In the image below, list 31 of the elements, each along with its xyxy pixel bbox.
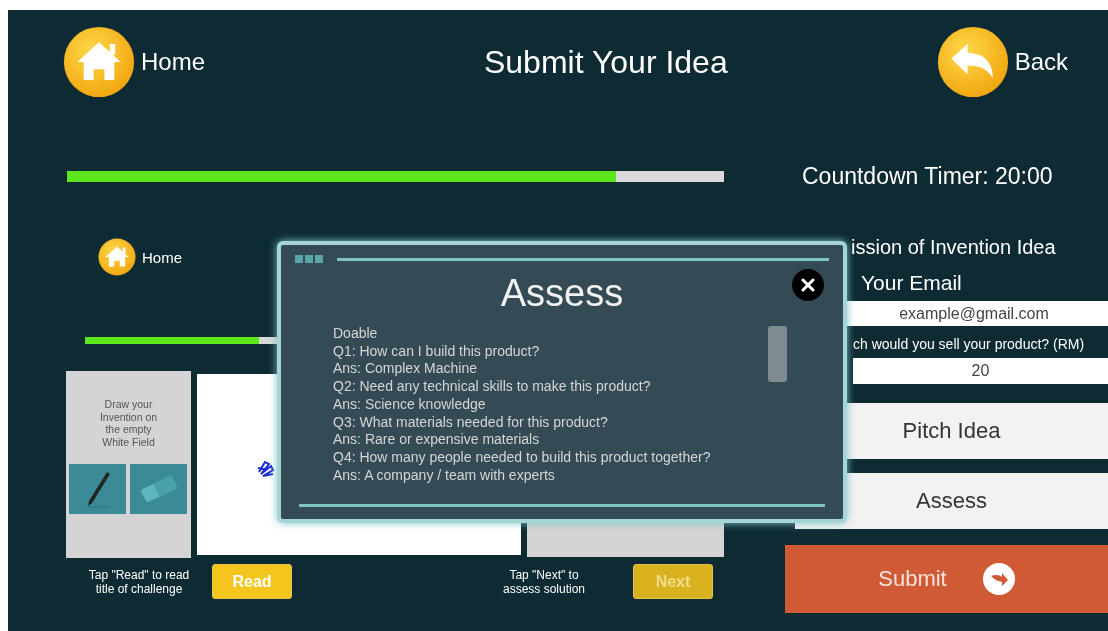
assessment-line: Ans: Rare or expensive materials [333,431,541,449]
scrollbar-thumb[interactable] [768,326,787,382]
hint-text: Tap "Next" to assess solution [501,567,586,596]
assessment-line: Ans: A company / team with experts [333,466,556,485]
assessment-line: Doable [333,325,379,343]
close-icon [801,278,815,292]
assessment-line: Q3: What materials needed for this product? [333,413,609,432]
field-label: ch would you sell your product? (RM) [853,336,1086,352]
close-button[interactable] [792,269,824,301]
field-label: Your Email [861,271,963,295]
page-title: Submit Your Idea [483,43,728,81]
assessment-line: Ans: Science knowledge [333,395,487,414]
assessment-line: Q4: How many people needed to build this product together? [333,448,712,467]
back-button[interactable]: Back [936,26,1068,98]
assessment-line: Q1: How can I build this product? [333,342,541,361]
dialog-title: Assess [499,273,625,313]
hint-text: Tap "Read" to read title of challenge [87,567,191,596]
section-title: ission of Invention Idea [851,236,1057,259]
instruction-text: Draw your Invention on the empty White Field [98,398,159,448]
home-button[interactable]: Home [98,238,182,276]
home-button[interactable]: Home [63,26,206,98]
home-icon [98,238,136,276]
pen-tool[interactable] [69,464,126,514]
squares-icon [295,255,323,263]
home-icon [63,26,135,98]
assessment-line: Ans: Complex Machine [333,360,478,379]
scribble-drawing [255,458,277,478]
countdown-timer: Countdown Timer: 20:00 [802,162,1053,190]
price-field[interactable]: 20 [853,358,1108,384]
back-icon [936,26,1009,98]
assessment-line: Q2: Need any technical skills to make this product? [333,378,652,396]
